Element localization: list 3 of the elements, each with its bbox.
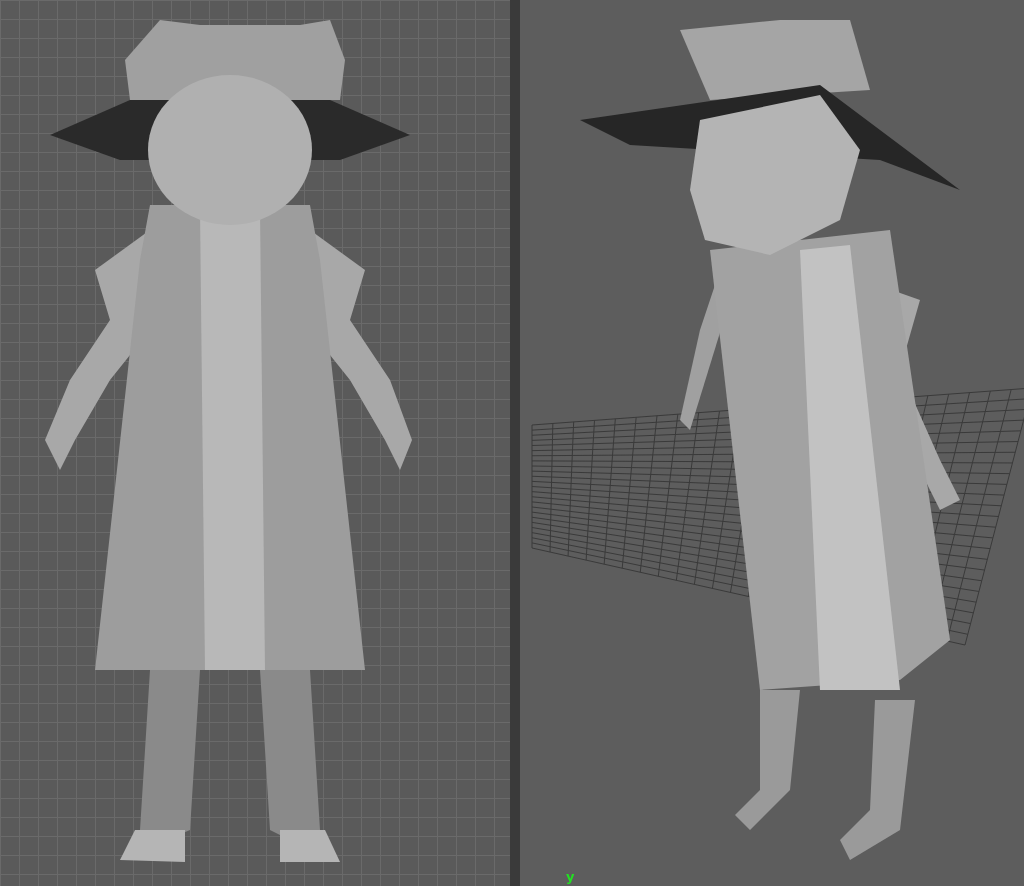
viewport-panel[interactable]: y [520, 0, 1024, 886]
viewport-panel[interactable] [0, 0, 510, 886]
axis-label: y [566, 870, 575, 884]
